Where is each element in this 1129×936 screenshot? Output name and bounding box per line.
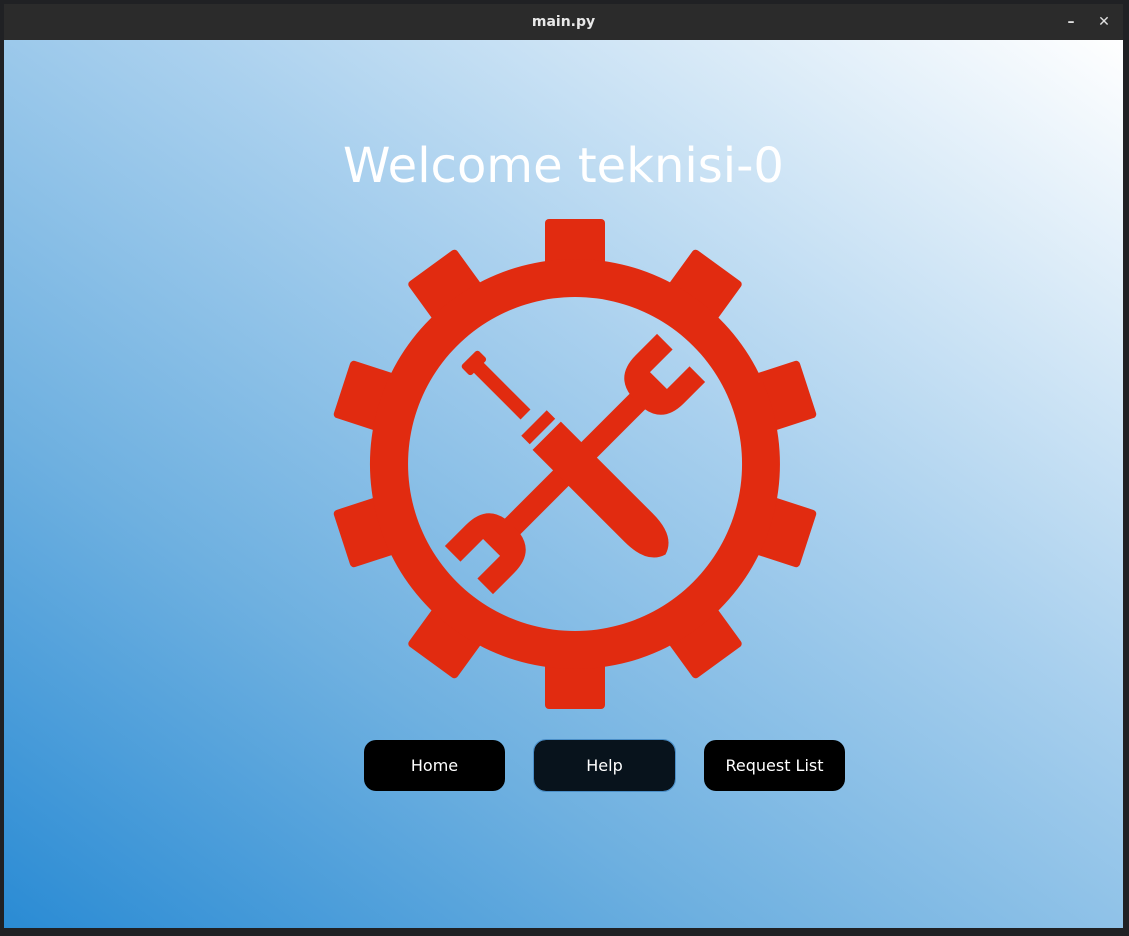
- main-content: Welcome teknisi-0 Home Help Request List: [4, 40, 1123, 928]
- app-window: main.py – ✕ Welcome teknisi-0 Home Help …: [4, 4, 1123, 928]
- minimize-icon[interactable]: –: [1059, 10, 1083, 34]
- gear-wrench-screwdriver-icon: [333, 219, 817, 709]
- welcome-heading: Welcome teknisi-0: [343, 138, 784, 194]
- title-bar[interactable]: main.py – ✕: [4, 4, 1123, 41]
- request-list-button[interactable]: Request List: [704, 740, 845, 791]
- close-icon[interactable]: ✕: [1092, 10, 1116, 34]
- help-button[interactable]: Help: [533, 739, 676, 792]
- window-title: main.py: [531, 14, 596, 30]
- home-button[interactable]: Home: [364, 740, 505, 791]
